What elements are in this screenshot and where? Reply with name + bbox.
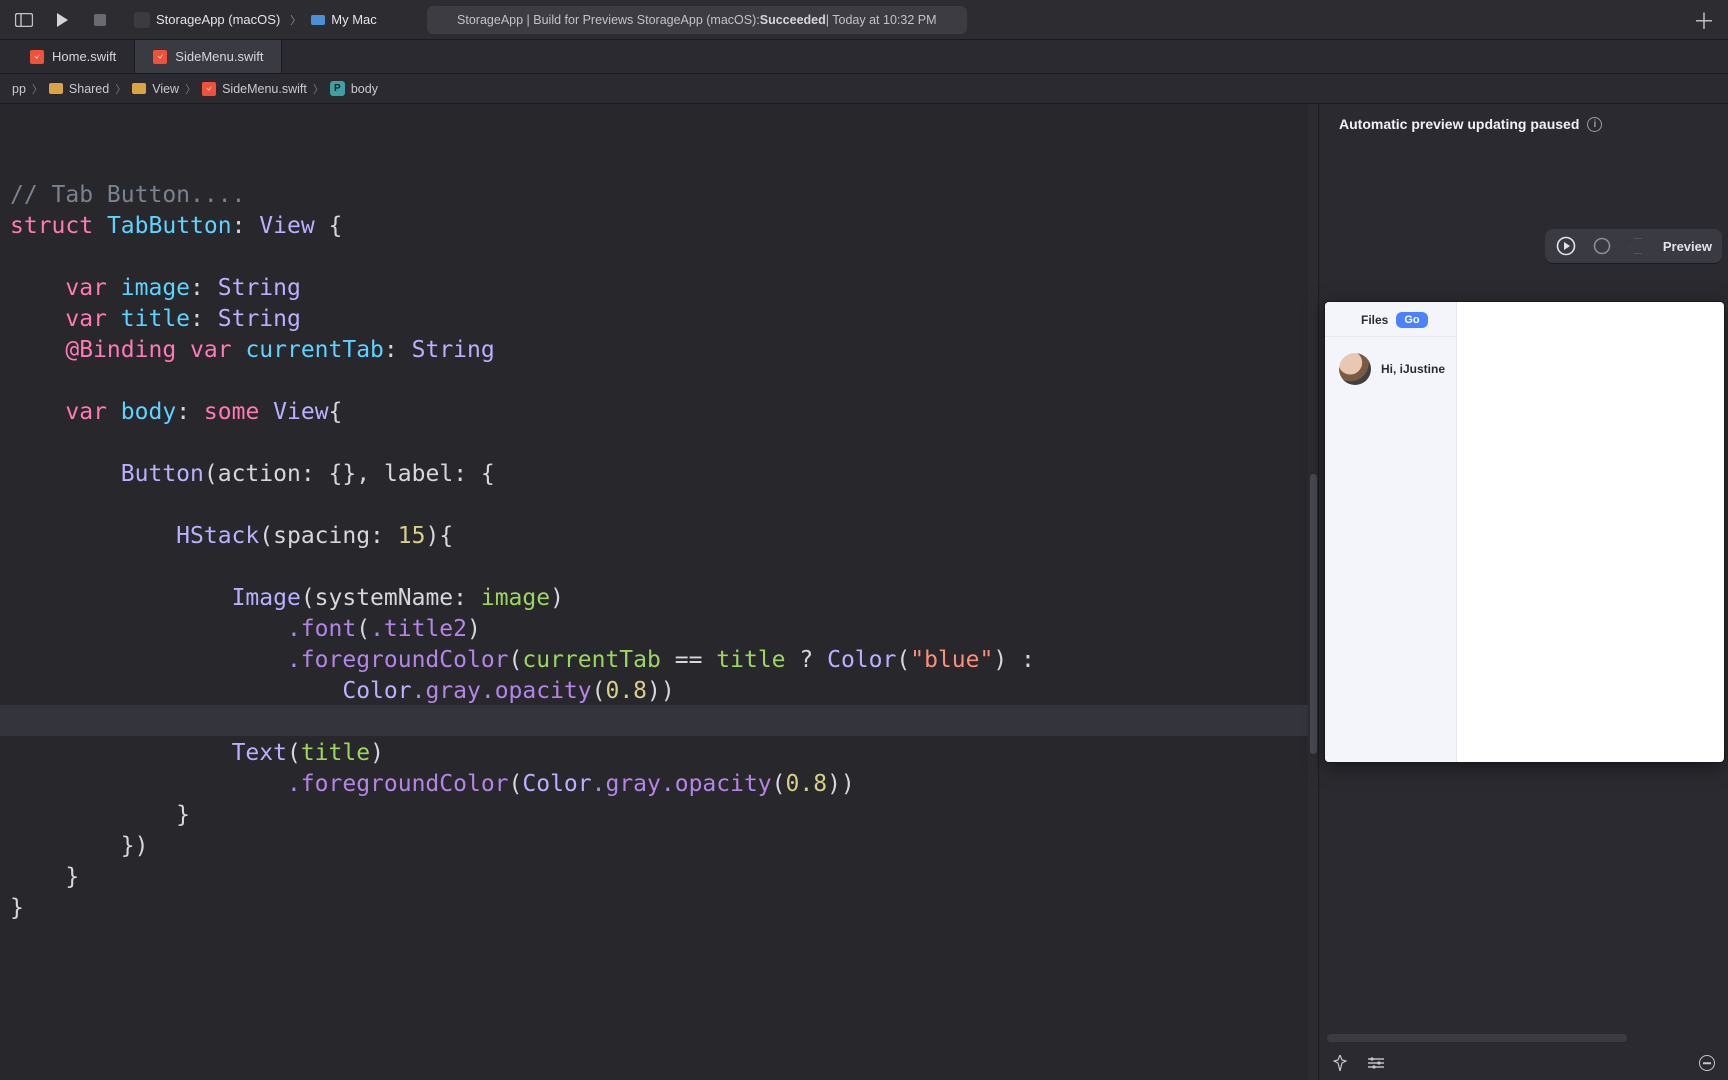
app-icon	[134, 12, 150, 28]
preview-app-content	[1457, 302, 1724, 762]
toggle-navigator-button[interactable]	[10, 6, 38, 34]
jump-bar[interactable]: pp 〉 Shared 〉 View 〉 SideMenu.swift 〉 Pb…	[0, 74, 1728, 104]
preview-paused-label: Automatic preview updating paused	[1339, 116, 1579, 132]
build-time: | Today at 10:32 PM	[826, 13, 937, 27]
preview-settings-button[interactable]	[1365, 1052, 1387, 1074]
zoom-out-button[interactable]	[1696, 1052, 1718, 1074]
crumb-symbol: body	[351, 82, 378, 96]
tab-sidemenu-swift[interactable]: SideMenu.swift	[135, 40, 282, 73]
preview-go-pill: Go	[1396, 312, 1427, 328]
scheme-device-label: My Mac	[331, 12, 377, 27]
scheme-app-label: StorageApp (macOS)	[156, 12, 280, 27]
folder-icon	[49, 83, 63, 94]
avatar	[1339, 353, 1371, 385]
crumb-view: View	[152, 82, 179, 96]
swift-file-icon	[202, 82, 216, 96]
preview-canvas[interactable]: Files Go Hi, iJustine	[1325, 302, 1724, 762]
scheme-selector[interactable]: StorageApp (macOS) 〉 My Mac	[124, 6, 387, 34]
build-prefix: StorageApp | Build for Previews StorageA…	[457, 13, 760, 27]
editor-scrollbar[interactable]	[1308, 104, 1318, 1080]
crumb-root: pp	[12, 82, 26, 96]
device-icon	[311, 15, 325, 25]
editor-tab-bar: Home.swift SideMenu.swift	[0, 40, 1728, 74]
activity-viewer[interactable]: StorageApp | Build for Previews StorageA…	[427, 6, 967, 34]
preview-greeting: Hi, iJustine	[1381, 362, 1445, 376]
run-button[interactable]	[48, 6, 76, 34]
main-toolbar: StorageApp (macOS) 〉 My Mac StorageApp |…	[0, 0, 1728, 40]
preview-app-sidebar: Files Go Hi, iJustine	[1325, 302, 1457, 762]
canvas-preview-pane: Automatic preview updating paused i Prev…	[1318, 104, 1728, 1080]
pin-preview-button[interactable]	[1329, 1052, 1351, 1074]
tab-home-swift[interactable]: Home.swift	[12, 40, 135, 73]
crumb-shared: Shared	[69, 82, 109, 96]
build-status: Succeeded	[760, 13, 826, 27]
preview-toolbar-label: Preview	[1663, 239, 1712, 254]
tab-label: SideMenu.swift	[175, 49, 263, 64]
property-badge-icon: P	[330, 81, 345, 96]
folder-icon	[132, 83, 146, 94]
preview-paused-banner: Automatic preview updating paused i	[1319, 104, 1728, 142]
live-preview-button[interactable]	[1555, 235, 1577, 257]
swift-file-icon	[153, 50, 167, 64]
add-tab-button[interactable]: ＋	[1690, 6, 1718, 34]
swift-file-icon	[30, 50, 44, 64]
preview-files-label: Files	[1361, 313, 1388, 327]
tab-label: Home.swift	[52, 49, 116, 64]
preview-toolbar: Preview	[1545, 229, 1722, 263]
preview-horizontal-scrollbar[interactable]	[1327, 1034, 1627, 1042]
info-icon[interactable]: i	[1587, 117, 1602, 132]
chevron-right-icon: 〉	[286, 12, 305, 28]
code-editor[interactable]: // Tab Button.... struct TabButton: View…	[0, 104, 1308, 1080]
selectable-preview-button[interactable]	[1591, 235, 1613, 257]
crumb-file: SideMenu.swift	[222, 82, 307, 96]
inspect-preview-button[interactable]	[1627, 235, 1649, 257]
stop-button[interactable]	[86, 6, 114, 34]
